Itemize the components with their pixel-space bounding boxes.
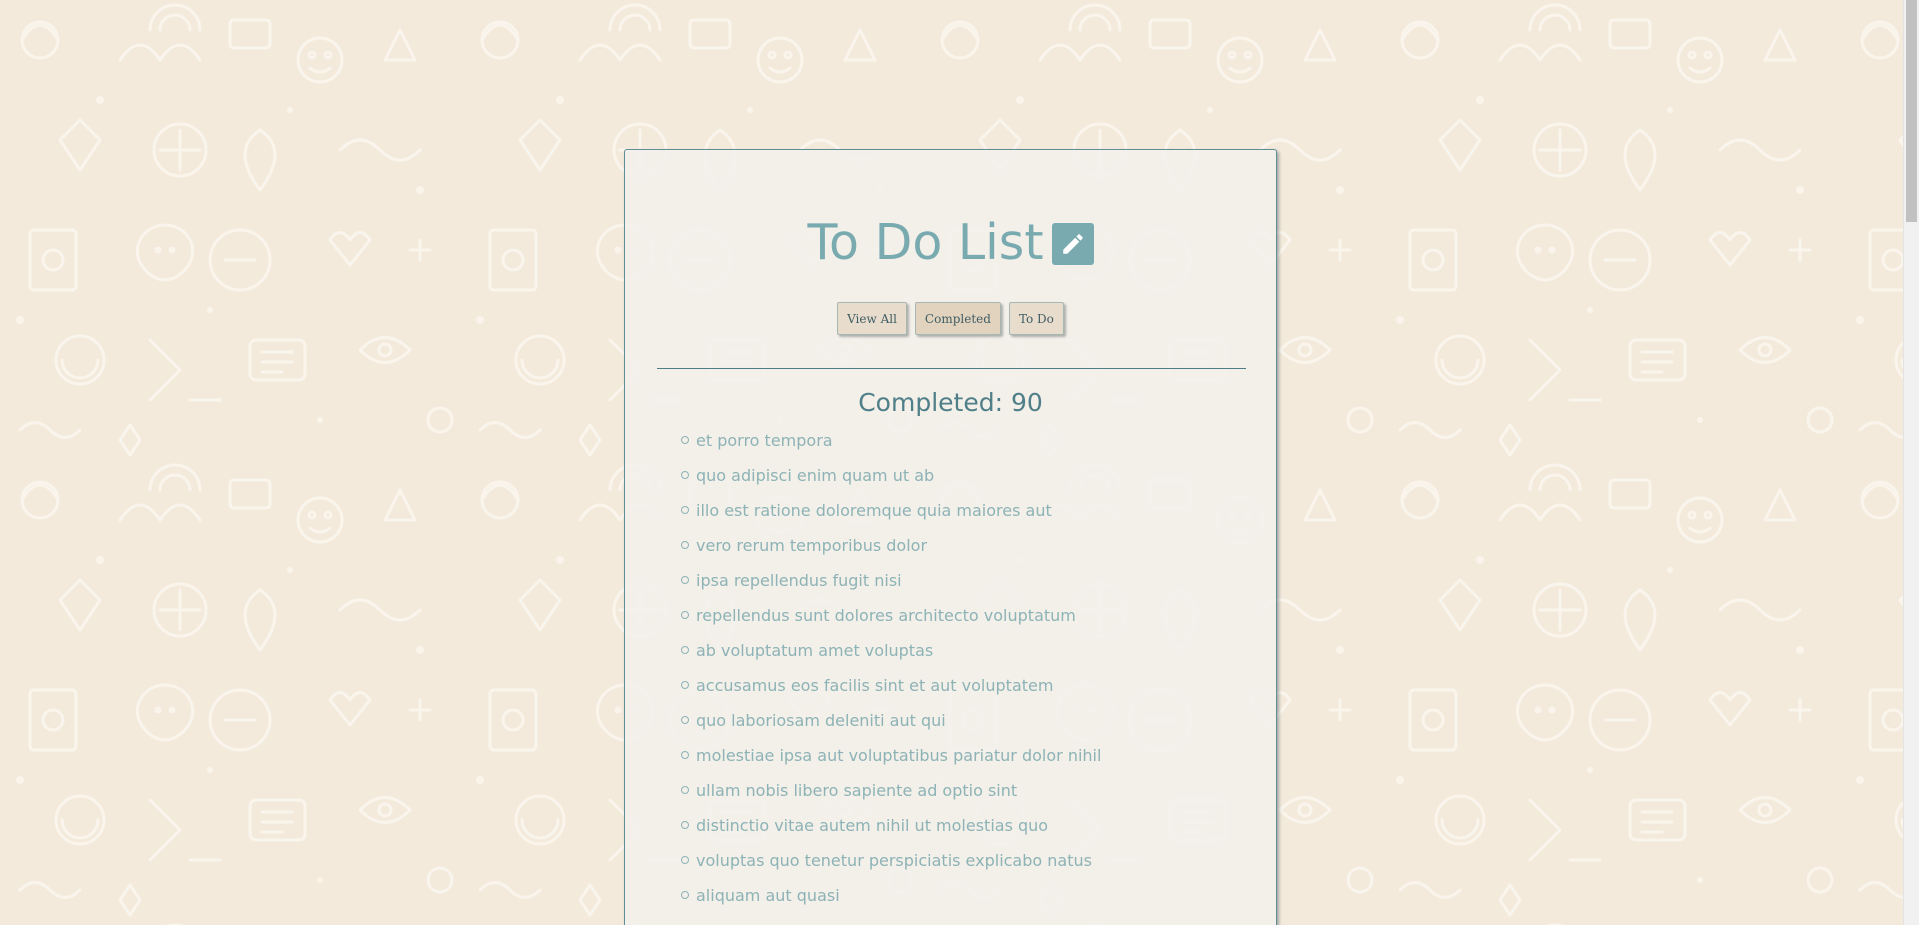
edit-button[interactable] xyxy=(1051,222,1094,265)
task-item[interactable]: quo adipisci enim quam ut ab xyxy=(680,458,1101,493)
completed-count-heading: Completed: 90 xyxy=(858,388,1043,417)
task-item[interactable]: accusamus eos facilis sint et aut volupt… xyxy=(680,668,1101,703)
task-item[interactable]: ab voluptatum amet voluptas xyxy=(680,633,1101,668)
task-item[interactable]: ipsa repellendus fugit nisi xyxy=(680,563,1101,598)
filter-bar: View All Completed To Do xyxy=(625,302,1276,335)
task-item[interactable]: quo laboriosam deleniti aut qui xyxy=(680,703,1101,738)
header: To Do List xyxy=(625,214,1276,271)
pencil-icon xyxy=(1062,233,1083,254)
page-title: To Do List xyxy=(807,214,1044,271)
task-item[interactable]: vero rerum temporibus dolor xyxy=(680,528,1101,563)
vertical-scrollbar[interactable] xyxy=(1903,0,1919,925)
task-item[interactable]: voluptas quo tenetur perspiciatis explic… xyxy=(680,843,1101,878)
divider xyxy=(657,368,1246,369)
completed-button[interactable]: Completed xyxy=(914,302,1001,335)
view-all-button[interactable]: View All xyxy=(837,302,907,335)
task-list: et porro tempora quo adipisci enim quam … xyxy=(680,423,1101,913)
task-item[interactable]: molestiae ipsa aut voluptatibus pariatur… xyxy=(680,738,1101,773)
task-item[interactable]: repellendus sunt dolores architecto volu… xyxy=(680,598,1101,633)
task-item[interactable]: distinctio vitae autem nihil ut molestia… xyxy=(680,808,1101,843)
todo-card: To Do List View All Completed To Do Comp… xyxy=(624,149,1277,925)
task-item[interactable]: et porro tempora xyxy=(680,423,1101,458)
task-item[interactable]: ullam nobis libero sapiente ad optio sin… xyxy=(680,773,1101,808)
scrollbar-thumb[interactable] xyxy=(1906,0,1917,222)
task-item[interactable]: aliquam aut quasi xyxy=(680,878,1101,913)
to-do-button[interactable]: To Do xyxy=(1008,302,1064,335)
task-item[interactable]: illo est ratione doloremque quia maiores… xyxy=(680,493,1101,528)
